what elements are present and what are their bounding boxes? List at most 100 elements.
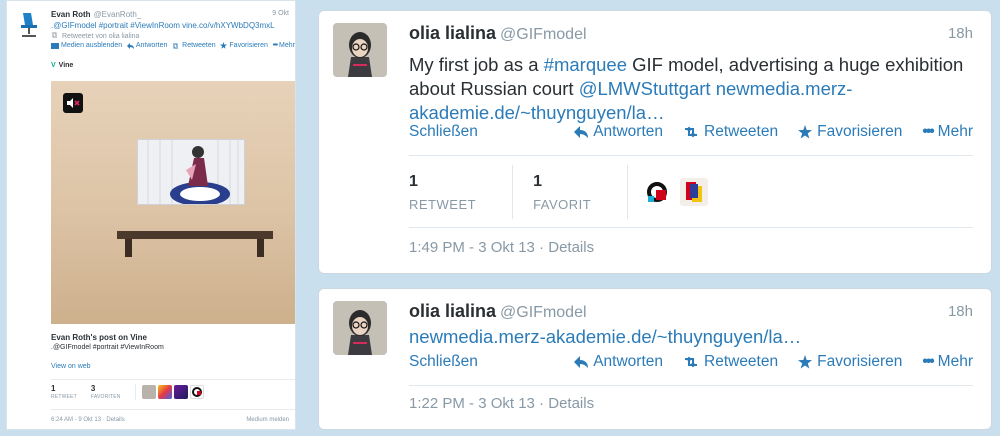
more-button[interactable]: ••• Mehr <box>922 123 973 141</box>
retweet-button[interactable]: Retweeten <box>683 353 778 371</box>
favorites-count: 1 <box>533 172 542 190</box>
close-button[interactable]: Schließen <box>409 353 554 371</box>
tweet-card-expanded: olia lialina @GIFmodel 18h My first job a… <box>318 10 992 274</box>
bench-image <box>117 231 273 239</box>
favorites-stat[interactable]: 3 FAVORITEN <box>91 384 121 400</box>
tweet-meta: 1:22 PM - 3 Okt 13 · Details <box>409 395 595 412</box>
reply-button[interactable]: Antworten <box>126 42 168 49</box>
favoriter-avatar[interactable] <box>189 385 204 399</box>
favoriter-avatar[interactable] <box>644 178 673 206</box>
favoriter-avatar[interactable] <box>141 385 156 399</box>
retweet-icon <box>173 43 179 48</box>
more-dots-icon: ••• <box>272 42 278 49</box>
retweet-small-icon <box>51 32 59 40</box>
author-handle[interactable]: @EvanRoth_ <box>94 10 142 19</box>
retweet-stat[interactable]: 1 RETWEET <box>51 384 77 400</box>
retweeted-by: Retweetet von olia lialina <box>51 32 139 40</box>
retweet-label: Retweeten <box>704 123 779 140</box>
tweet-time[interactable]: 18h <box>948 25 973 42</box>
retweet-label: Retweeten <box>704 353 779 370</box>
retweet-count: 1 <box>51 384 56 393</box>
vine-video[interactable] <box>51 81 295 324</box>
retweet-icon <box>685 356 697 368</box>
hashtag-link[interactable]: #marquee <box>544 54 627 75</box>
retweet-button[interactable]: Retweeten <box>172 42 216 49</box>
video-screen-image <box>137 139 245 205</box>
tweet-header: Evan Roth @EvanRoth_ <box>51 9 291 20</box>
more-dots-icon: ••• <box>922 123 934 140</box>
more-button[interactable]: ••• Mehr <box>922 353 973 371</box>
olia-lialina-avatar[interactable] <box>333 301 387 355</box>
more-label: Mehr <box>279 42 295 49</box>
tweet-meta: 1:49 PM - 3 Okt 13 · Details <box>409 239 595 256</box>
tweet-header: olia lialina @GIFmodel <box>409 301 587 322</box>
favorite-label: Favorisieren <box>817 123 903 140</box>
evan-roth-avatar[interactable] <box>15 9 45 39</box>
reply-button[interactable]: Antworten <box>574 353 663 371</box>
mention-link[interactable]: @LMWStuttgart <box>579 78 711 99</box>
retweet-count-label: RETWEET <box>409 196 477 212</box>
divider <box>409 385 973 386</box>
retweet-count-label: RETWEET <box>51 394 77 400</box>
reply-icon <box>574 126 589 138</box>
tweet-time[interactable]: 18h <box>948 303 973 320</box>
author-name[interactable]: olia lialina <box>409 301 496 321</box>
favorite-button[interactable]: Favorisieren <box>798 353 902 371</box>
tweet-timestamp[interactable]: 1:49 PM - 3 Okt 13 <box>409 239 535 256</box>
favorite-button[interactable]: Favorisieren <box>798 123 902 141</box>
vine-label: Vine <box>58 62 74 69</box>
reply-label: Antworten <box>593 123 663 140</box>
more-label: Mehr <box>937 353 973 370</box>
report-media-link[interactable]: Medium melden <box>246 417 289 423</box>
tweet-time[interactable]: 9 Okt <box>272 10 289 17</box>
favorites-stat[interactable]: 1 FAVORIT <box>513 165 629 219</box>
tweet-actions: Schließen Antworten Retweeten Favorisier… <box>409 123 973 141</box>
details-link[interactable]: Details <box>548 395 594 412</box>
tweet-text: My first job as a #marquee GIF model, ad… <box>409 53 969 125</box>
tweet-timestamp[interactable]: 6:24 AM - 9 Okt 13 · Details <box>51 417 125 423</box>
more-button[interactable]: ••• Mehr <box>273 42 295 49</box>
divider <box>51 379 295 380</box>
details-link[interactable]: Details <box>548 239 594 256</box>
speaker-muted-icon <box>67 98 80 108</box>
favoriter-avatar[interactable] <box>680 178 709 206</box>
favoriter-avatar[interactable] <box>157 385 172 399</box>
reply-label: Antworten <box>135 42 168 49</box>
star-icon <box>220 42 228 49</box>
retweet-button[interactable]: Retweeten <box>683 123 778 141</box>
vine-icon: V <box>51 62 56 69</box>
hide-media-button[interactable]: Medien ausblenden <box>51 42 122 49</box>
mute-button[interactable] <box>63 93 83 113</box>
retweet-icon <box>685 126 697 138</box>
divider <box>409 155 973 156</box>
card-title[interactable]: Evan Roth's post on Vine <box>51 333 147 342</box>
close-button[interactable]: Schließen <box>409 123 554 141</box>
author-handle[interactable]: @GIFmodel <box>500 26 586 43</box>
tweet-stats: 1 RETWEET 3 FAVORITEN <box>51 384 204 400</box>
favorites-count-label: FAVORITEN <box>90 394 121 400</box>
retweet-count: 1 <box>409 172 418 190</box>
favoriter-avatar[interactable] <box>173 385 188 399</box>
retweet-stat[interactable]: 1 RETWEET <box>409 165 514 219</box>
favorites-count: 3 <box>90 384 96 393</box>
tweet-text[interactable]: .@GIFmodel #portrait #ViewInRoom vine.co… <box>51 21 291 31</box>
view-on-web-link[interactable]: View on web <box>51 363 91 370</box>
more-dots-icon: ••• <box>922 353 934 370</box>
retweet-label: Retweeten <box>182 42 216 49</box>
tweet-timestamp[interactable]: 1:22 PM - 3 Okt 13 <box>409 395 535 412</box>
tweet-actions: Medien ausblenden Antworten Retweeten Fa… <box>51 42 295 49</box>
author-name[interactable]: Evan Roth <box>51 10 91 19</box>
favoriter-avatars <box>134 384 204 400</box>
author-name[interactable]: olia lialina <box>409 23 496 43</box>
favorite-label: Favorisieren <box>817 353 903 370</box>
star-icon <box>798 125 813 139</box>
divider <box>51 409 295 410</box>
favorite-button[interactable]: Favorisieren <box>220 42 268 49</box>
vine-source[interactable]: V Vine <box>51 62 73 69</box>
reply-button[interactable]: Antworten <box>574 123 663 141</box>
retweeted-by-text: Retweetet von olia lialina <box>62 32 140 40</box>
olia-lialina-avatar[interactable] <box>333 23 387 77</box>
author-handle[interactable]: @GIFmodel <box>500 304 586 321</box>
card-text: .@GIFmodel #portrait #ViewInRoom <box>51 344 164 351</box>
url-link[interactable]: newmedia.merz-akademie.de/~thuynguyen/la… <box>409 326 801 347</box>
